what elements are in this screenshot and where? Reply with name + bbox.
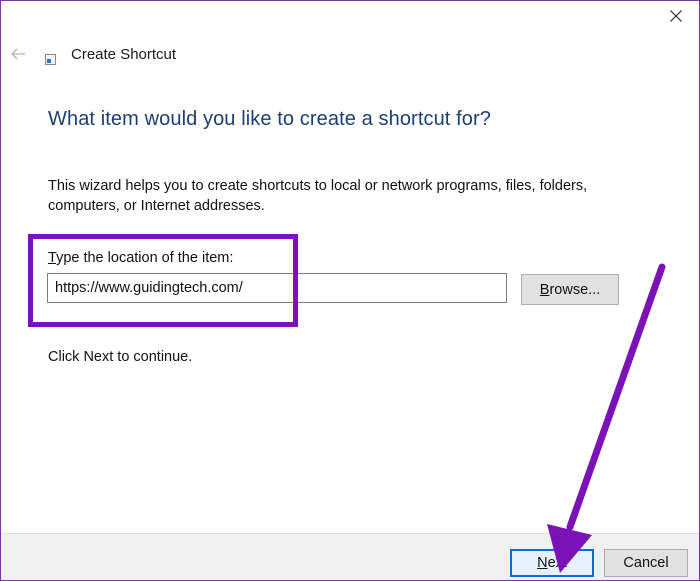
location-label-text: ype the location of the item: xyxy=(56,250,234,266)
next-button[interactable]: Next xyxy=(510,549,594,577)
browse-button[interactable]: Browse... xyxy=(521,274,619,305)
create-shortcut-dialog: Create Shortcut What item would you like… xyxy=(0,0,700,581)
wizard-heading: What item would you like to create a sho… xyxy=(48,108,491,130)
close-icon xyxy=(670,10,682,22)
shortcut-app-icon xyxy=(45,54,56,65)
next-label: ext xyxy=(547,555,567,571)
cancel-button[interactable]: Cancel xyxy=(604,549,688,577)
back-button[interactable] xyxy=(7,43,29,65)
location-input[interactable] xyxy=(47,273,507,303)
continue-instruction: Click Next to continue. xyxy=(48,349,193,365)
window-title: Create Shortcut xyxy=(71,46,177,63)
location-label: Type the location of the item: xyxy=(48,250,233,266)
browse-access-key: B xyxy=(539,281,550,298)
close-button[interactable] xyxy=(653,1,699,31)
dialog-footer xyxy=(1,533,699,580)
wizard-description: This wizard helps you to create shortcut… xyxy=(48,178,588,214)
location-label-access-key: T xyxy=(48,250,57,266)
browse-label: rowse... xyxy=(549,281,601,298)
next-access-key: N xyxy=(537,555,548,571)
back-arrow-icon xyxy=(11,48,25,60)
cancel-label: Cancel xyxy=(623,555,669,571)
